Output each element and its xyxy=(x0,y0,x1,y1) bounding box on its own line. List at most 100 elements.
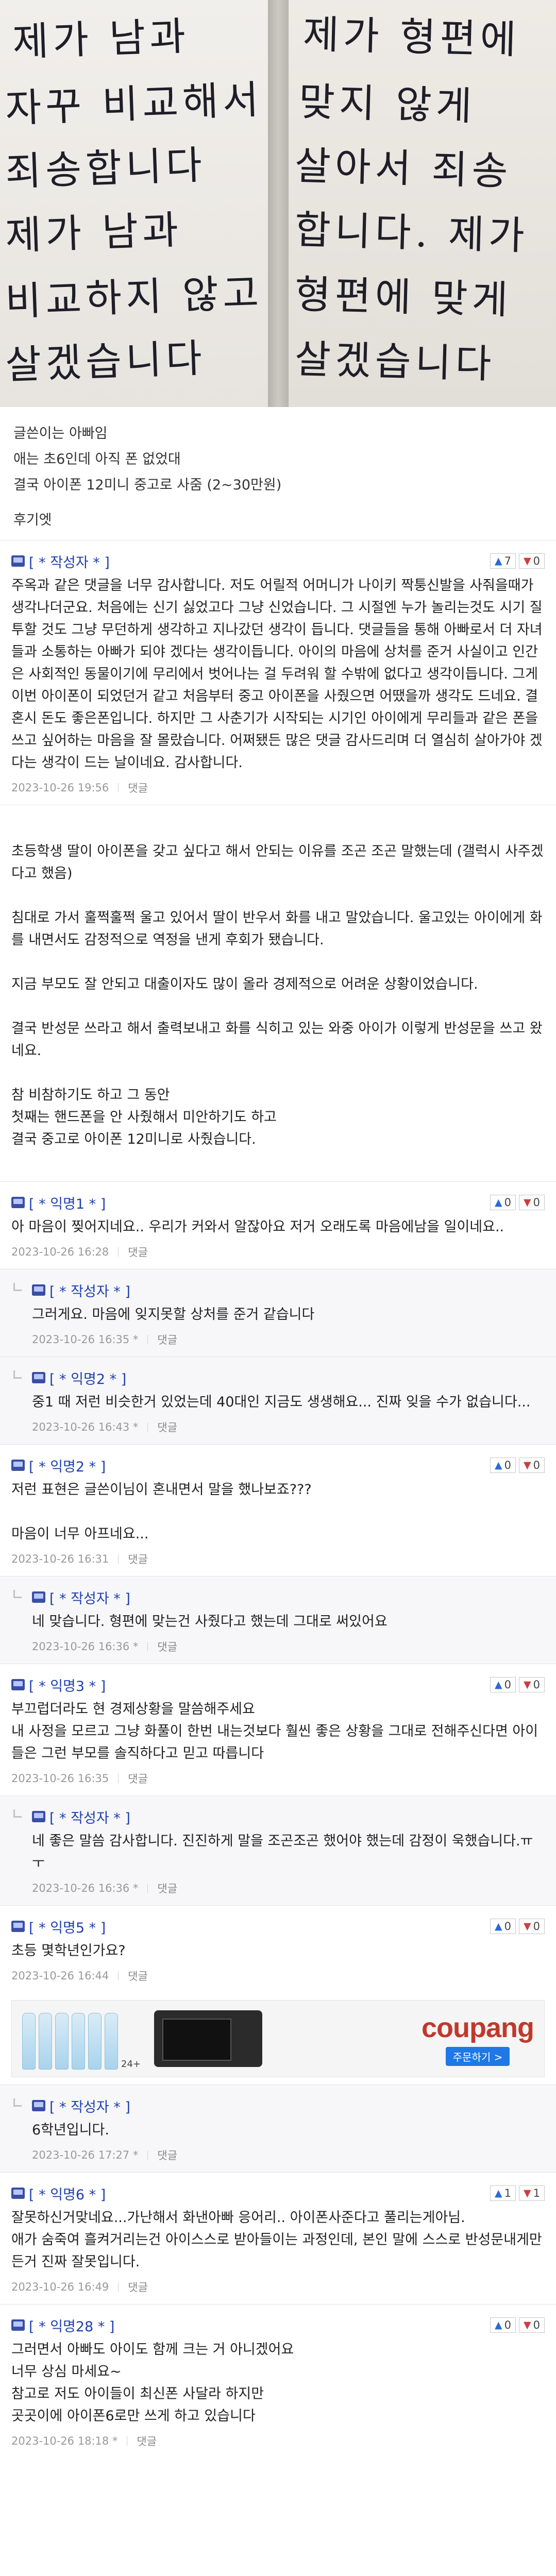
vote-group: ▲ 0 ▼ 0 xyxy=(490,1677,545,1692)
downvote-button[interactable]: ▼ 0 xyxy=(519,1677,545,1692)
comment-date: 2023-10-26 16:44 xyxy=(11,1970,109,1982)
upvote-count: 0 xyxy=(504,1459,511,1471)
ad-order-button[interactable]: 주문하기 > xyxy=(445,2046,510,2066)
upvote-button[interactable]: ▲ 0 xyxy=(490,1458,516,1473)
comment-body: 아 마음이 찢어지네요.. 우리가 커와서 알잖아요 저거 오래도록 마음에남을… xyxy=(11,1219,504,1235)
coupang-logo: coupang xyxy=(422,2012,534,2043)
intro-line: 결국 아이폰 12미니 중고로 사줌 (2~30만원) xyxy=(13,477,282,493)
downvote-count: 0 xyxy=(533,2319,540,2331)
comment-nickname[interactable]: [ * 익명5 * ] xyxy=(29,1917,106,1937)
reply-link[interactable]: 댓글 xyxy=(157,1639,177,1654)
upvote-button[interactable]: ▲ 0 xyxy=(490,1677,516,1692)
thumb-down-icon: ▼ xyxy=(524,1679,531,1690)
thumb-up-icon: ▲ xyxy=(495,1197,502,1208)
reply-link[interactable]: 댓글 xyxy=(157,2147,177,2163)
author-note: 초등학생 딸이 아이폰을 갖고 싶다고 해서 안되는 이유를 조곤 조곤 말했는… xyxy=(0,805,556,1181)
comment-header: [ * 익명2 * ] ▲ 0 ▼ 0 xyxy=(11,1456,545,1475)
vote-group: ▲ 1 ▼ 1 xyxy=(490,2185,545,2201)
thumb-down-icon: ▼ xyxy=(524,555,531,567)
comment-header: [ * 작성자 * ] xyxy=(32,1807,545,1826)
microwave-image xyxy=(154,2010,262,2067)
comment-meta: 2023-10-26 16:49 댓글 xyxy=(11,2279,545,2295)
comment-date: 2023-10-26 19:56 xyxy=(11,782,109,794)
comment-header: [ * 익명1 * ] ▲ 0 ▼ 0 xyxy=(11,1193,545,1212)
level-icon xyxy=(11,1460,25,1471)
vote-group: ▲ 7 ▼ 0 xyxy=(490,553,545,569)
reply-link[interactable]: 댓글 xyxy=(128,780,148,795)
reply-link[interactable]: 댓글 xyxy=(137,2433,157,2449)
comment-meta: 2023-10-26 16:43 * 댓글 xyxy=(32,1419,545,1435)
downvote-button[interactable]: ▼ 0 xyxy=(519,553,545,569)
comment-nickname[interactable]: [ * 작성자 * ] xyxy=(49,1280,130,1300)
comment-body: 네 맞습니다. 형편에 맞는건 사줬다고 했는데 그대로 써있어요 xyxy=(32,1614,387,1630)
divider xyxy=(147,1884,148,1893)
downvote-button[interactable]: ▼ 0 xyxy=(519,1458,545,1473)
intro-line: 애는 초6인데 아직 폰 없었대 xyxy=(13,451,181,467)
comment-body: 중1 때 저런 비슷한거 있었는데 40대인 지금도 생생해요... 진짜 잊을… xyxy=(32,1394,531,1410)
handwriting-line: 자꾸 비교해서 xyxy=(4,76,264,131)
comment-meta: 2023-10-26 16:35 * 댓글 xyxy=(32,1332,545,1347)
ad-brand-block: coupang 주문하기 > xyxy=(422,2012,534,2066)
comment-nickname[interactable]: [ * 익명6 * ] xyxy=(29,2183,106,2204)
reply-link[interactable]: 댓글 xyxy=(157,1880,177,1896)
thumb-up-icon: ▲ xyxy=(495,1679,502,1690)
upvote-button[interactable]: ▲ 7 xyxy=(490,553,516,569)
comment-nickname[interactable]: [ * 익명2 * ] xyxy=(49,1368,126,1388)
thumb-down-icon: ▼ xyxy=(524,2188,531,2199)
divider xyxy=(147,1422,148,1432)
level-icon xyxy=(32,1591,45,1603)
comment-nickname[interactable]: [ * 작성자 * ] xyxy=(49,1587,130,1607)
reply-link[interactable]: 댓글 xyxy=(128,1244,148,1260)
divider xyxy=(147,1642,148,1651)
comment-header: [ * 작성자 * ] xyxy=(32,1587,545,1607)
comment-header: [ * 익명5 * ] ▲ 0 ▼ 0 xyxy=(11,1917,545,1936)
reply-arrow-icon xyxy=(13,1283,22,1291)
comment-body: 초등학생 딸이 아이폰을 갖고 싶다고 해서 안되는 이유를 조곤 조곤 말했는… xyxy=(11,843,544,1147)
upvote-count: 0 xyxy=(504,2319,511,2331)
reply-link[interactable]: 댓글 xyxy=(157,1332,177,1347)
comment-body: 잘못하신거맞네요...가난해서 화낸아빠 응어리.. 아이폰사준다고 풀리는게아… xyxy=(11,2210,542,2270)
level-icon xyxy=(11,555,25,567)
reply-comment: [ * 익명2 * ] 중1 때 저런 비슷한거 있었는데 40대인 지금도 생생… xyxy=(0,1357,556,1444)
thumb-up-icon: ▲ xyxy=(495,555,502,567)
comment-body: 네 좋은 말씀 감사합니다. 진진하게 말을 조곤조곤 했어야 했는데 감정이 … xyxy=(32,1833,533,1871)
comment-nickname[interactable]: [ * 작성자 * ] xyxy=(49,2096,130,2116)
reply-link[interactable]: 댓글 xyxy=(128,1968,148,1984)
downvote-button[interactable]: ▼ 1 xyxy=(519,2185,545,2201)
comment-date: 2023-10-26 16:31 xyxy=(11,1553,109,1565)
vote-group: ▲ 0 ▼ 0 xyxy=(490,1195,545,1210)
comment-meta: 2023-10-26 18:18 * 댓글 xyxy=(11,2433,545,2449)
downvote-count: 0 xyxy=(533,1459,540,1471)
reply-link[interactable]: 댓글 xyxy=(157,1419,177,1435)
downvote-button[interactable]: ▼ 0 xyxy=(519,1919,545,1934)
level-icon xyxy=(11,1197,25,1208)
comment-meta: 2023-10-26 17:27 * 댓글 xyxy=(32,2147,545,2163)
upvote-button[interactable]: ▲ 1 xyxy=(490,2185,516,2201)
reply-link[interactable]: 댓글 xyxy=(128,1551,148,1567)
thumb-down-icon: ▼ xyxy=(524,1921,531,1932)
comment-nickname[interactable]: [ * 익명3 * ] xyxy=(29,1675,106,1695)
comment-nickname[interactable]: [ * 작성자 * ] xyxy=(29,551,110,571)
comment-nickname[interactable]: [ * 작성자 * ] xyxy=(49,1807,130,1827)
comment-meta: 2023-10-26 16:28 댓글 xyxy=(11,1244,545,1260)
downvote-button[interactable]: ▼ 0 xyxy=(519,1195,545,1210)
divider xyxy=(118,1774,119,1783)
vote-group: ▲ 0 ▼ 0 xyxy=(490,1919,545,1934)
downvote-button[interactable]: ▼ 0 xyxy=(519,2317,545,2333)
upvote-button[interactable]: ▲ 0 xyxy=(490,2317,516,2333)
comment-nickname[interactable]: [ * 익명28 * ] xyxy=(29,2315,114,2335)
reply-link[interactable]: 댓글 xyxy=(128,2279,148,2295)
ad-banner[interactable]: 24+ coupang 주문하기 > xyxy=(11,2000,545,2077)
upvote-button[interactable]: ▲ 0 xyxy=(490,1919,516,1934)
comment-nickname[interactable]: [ * 익명1 * ] xyxy=(29,1193,106,1213)
divider xyxy=(118,1247,119,1257)
comment-nickname[interactable]: [ * 익명2 * ] xyxy=(29,1455,106,1476)
level-icon xyxy=(11,1679,25,1690)
comment-date: 2023-10-26 16:36 * xyxy=(32,1882,139,1894)
reply-link[interactable]: 댓글 xyxy=(128,1771,148,1786)
comment: [ * 익명1 * ] ▲ 0 ▼ 0 아 마음이 찢어지네요.. 우리가 커와서 알잖아… xyxy=(0,1181,556,1269)
reply-comment: [ * 작성자 * ] 네 좋은 말씀 감사합니다. 진진하게 말을 조곤조곤 했… xyxy=(0,1795,556,1905)
upvote-button[interactable]: ▲ 0 xyxy=(490,1195,516,1210)
thumb-down-icon: ▼ xyxy=(524,1197,531,1208)
upvote-count: 7 xyxy=(504,555,511,567)
